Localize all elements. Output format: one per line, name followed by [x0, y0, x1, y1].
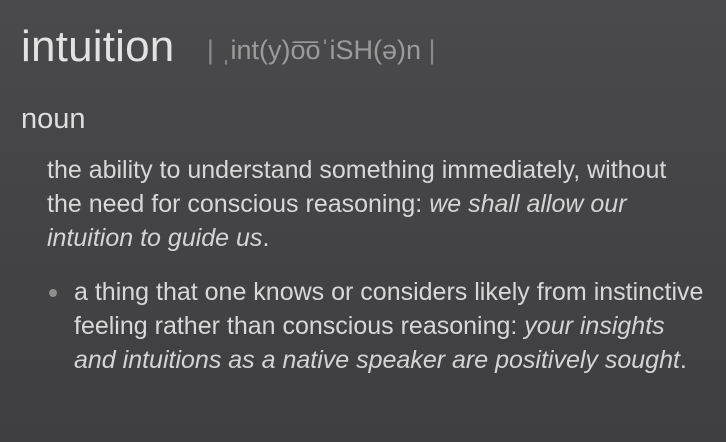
- subsense-end-punct: .: [679, 346, 687, 374]
- subsense-definition: a thing that one knows or considers like…: [47, 275, 707, 377]
- pronunciation: | ˌint(y)o͞oˈiSH(ə)n |: [207, 35, 436, 65]
- bullet-dot-icon: [49, 289, 57, 297]
- pronunciation-open-bar: |: [206, 35, 214, 65]
- pronunciation-text: ˌint(y)o͞oˈiSH(ə)n: [221, 35, 421, 65]
- headword: intuition: [21, 22, 175, 71]
- pronunciation-close-bar: |: [428, 35, 436, 65]
- part-of-speech: noun: [21, 103, 86, 135]
- headword-row: intuition | ˌint(y)o͞oˈiSH(ə)n |: [21, 22, 436, 72]
- dictionary-entry-panel: intuition | ˌint(y)o͞oˈiSH(ə)n | noun th…: [0, 0, 726, 442]
- sense-definition: the ability to understand something imme…: [47, 153, 707, 255]
- definition-end-punct: .: [262, 224, 270, 252]
